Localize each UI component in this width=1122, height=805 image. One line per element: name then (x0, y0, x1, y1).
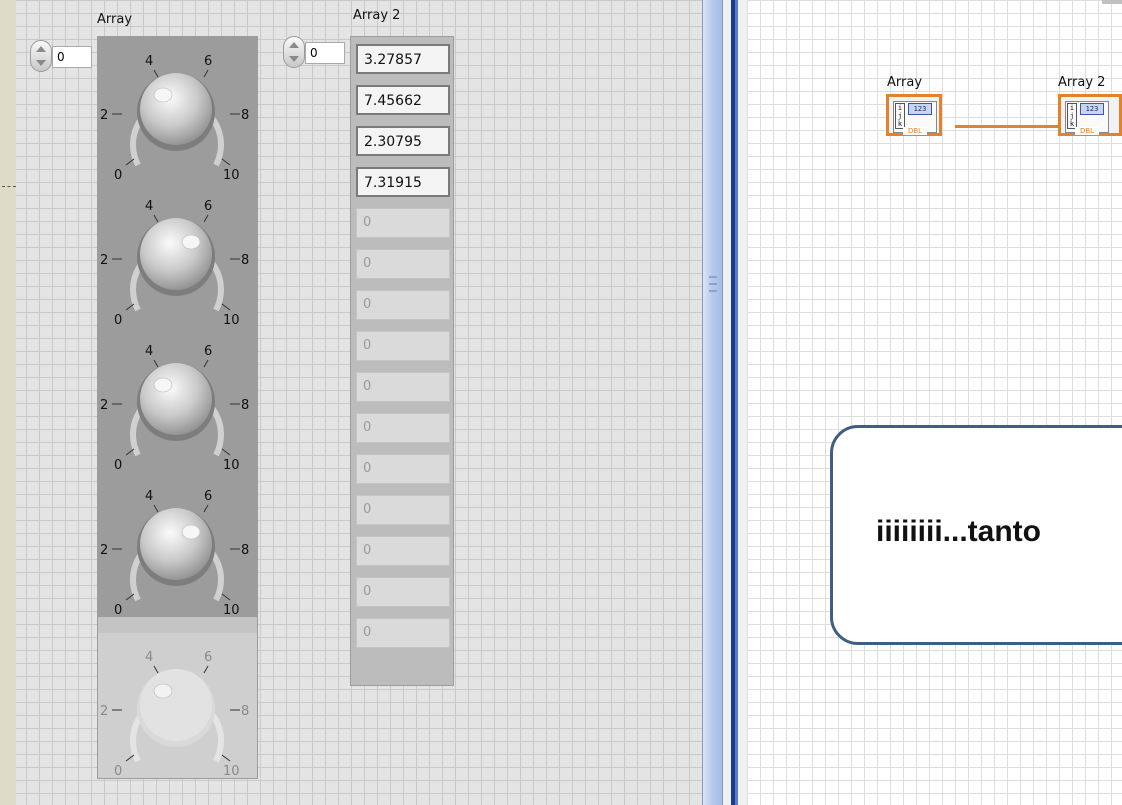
numeric-indicator: 0 (356, 249, 450, 279)
dbl-type-label: DBL (903, 127, 927, 135)
panel-left-strip (0, 0, 16, 805)
knob-scale-label: 2 (100, 398, 108, 413)
knob-scale-label: 4 (145, 344, 153, 359)
index-spinner[interactable] (30, 40, 52, 72)
numeric-indicator[interactable]: 7.45662 (356, 85, 450, 115)
scroll-grip-icon[interactable] (709, 276, 717, 292)
knob-scale-label: 8 (241, 704, 249, 719)
window-splitter[interactable] (723, 0, 747, 805)
knob-scale-label: 2 (100, 704, 108, 719)
numeric-indicator: 0 (356, 577, 450, 607)
numeric-indicator: 0 (356, 331, 450, 361)
knob-scale-label: 0 (114, 168, 122, 182)
knob-scale-label: 6 (204, 344, 212, 359)
numeric-indicator: 0 (356, 495, 450, 525)
knob-scale-label: 4 (145, 54, 153, 69)
numeric-indicator: 0 (356, 290, 450, 320)
array-index-icon: i j k (1067, 103, 1077, 129)
knob-scale-label: 0 (114, 458, 122, 472)
array2-terminal[interactable]: i j k 123 DBL (1058, 94, 1122, 136)
knob-scale-label: 10 (223, 764, 240, 778)
array-index-icon: i j k (895, 103, 905, 129)
knob-scale-label: 4 (145, 199, 153, 214)
knob-scale-label: 8 (241, 543, 249, 558)
knob-scale-label: 0 (114, 603, 122, 617)
knob-scale-label: 2 (100, 543, 108, 558)
array-terminal[interactable]: i j k 123 DBL (886, 94, 942, 136)
numeric-indicator: 0 (356, 372, 450, 402)
numeric-indicator[interactable]: 3.27857 (356, 44, 450, 74)
numeric-indicator: 0 (356, 413, 450, 443)
numeric-indicator: 0 (356, 618, 450, 648)
knob-scale-label: 0 (114, 313, 122, 327)
knob-scale-label: 10 (223, 458, 240, 472)
knob-scale-label: 8 (241, 253, 249, 268)
index-spinner[interactable] (283, 36, 305, 68)
callout-text: iiiiiiii...tanto (876, 515, 1041, 548)
panel-edge-marker (2, 186, 16, 188)
numeric-indicator[interactable]: 2.30795 (356, 126, 450, 156)
knob-scale-label: 10 (223, 603, 240, 617)
knob-control: 4 6 2 8 0 10 (98, 633, 257, 778)
numeric-type-icon: 123 (1080, 103, 1104, 115)
array2-index-value[interactable]: 0 (305, 42, 345, 64)
numeric-indicator: 0 (356, 536, 450, 566)
knob-scale-label: 6 (204, 199, 212, 214)
numeric-indicator: 0 (356, 208, 450, 238)
bd-array-label: Array (887, 75, 923, 90)
dbl-type-label: DBL (1075, 127, 1099, 135)
knob-scale-label: 10 (223, 168, 240, 182)
knob-scale-label: 8 (241, 108, 249, 123)
knob-scale-label: 2 (100, 253, 108, 268)
knob-scale-label: 6 (204, 54, 212, 69)
array-index-control[interactable]: 0 (30, 40, 92, 72)
knob-control[interactable]: 4 6 2 8 0 10 (98, 327, 257, 472)
array2-index-control[interactable]: 0 (283, 36, 345, 68)
numeric-indicator: 0 (356, 454, 450, 484)
knob-control[interactable]: 4 6 2 8 0 10 (98, 472, 257, 617)
bd-array2-label: Array 2 (1058, 75, 1106, 90)
vertical-scrollbar[interactable] (702, 0, 723, 805)
knob-scale-label: 2 (100, 108, 108, 123)
knob-scale-label: 4 (145, 650, 153, 665)
knob-scale-label: 0 (114, 764, 122, 778)
knob-control[interactable]: 4 6 2 8 0 10 (98, 182, 257, 327)
numeric-indicator[interactable]: 7.31915 (356, 167, 450, 197)
knob-scale-label: 10 (223, 313, 240, 327)
window-corner (1102, 0, 1122, 4)
knob-scale-label: 4 (145, 489, 153, 504)
array-index-value[interactable]: 0 (52, 46, 92, 68)
knob-scale-label: 6 (204, 650, 212, 665)
array2-label: Array 2 (353, 8, 401, 23)
knob-control[interactable]: 4 6 2 8 0 10 (98, 37, 257, 182)
numeric-type-icon: 123 (908, 103, 932, 115)
knob-scale-label: 8 (241, 398, 249, 413)
array-label: Array (97, 12, 133, 27)
data-wire[interactable] (955, 125, 1063, 128)
knob-scale-label: 6 (204, 489, 212, 504)
